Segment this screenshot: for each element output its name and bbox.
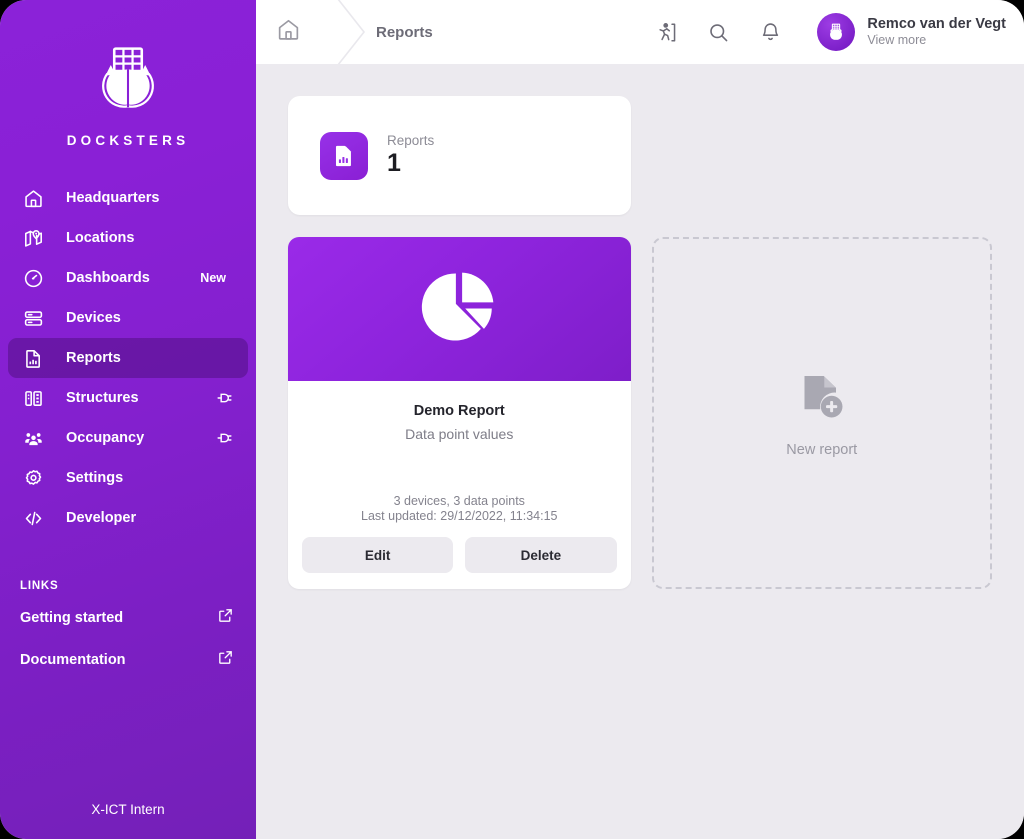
sidebar-item-developer[interactable]: Developer: [8, 498, 248, 538]
home-icon: [276, 17, 301, 47]
app-root: DOCKSTERS Headquarters Locations Dashboa…: [0, 0, 1024, 839]
emergency-exit-icon[interactable]: [651, 17, 681, 47]
plug-icon: [214, 388, 234, 408]
gear-icon: [22, 467, 44, 489]
delete-button[interactable]: Delete: [465, 537, 617, 573]
sidebar-item-label: Devices: [66, 310, 121, 326]
reports-grid: Demo Report Data point values 3 devices,…: [288, 237, 992, 589]
sidebar-item-locations[interactable]: Locations: [8, 218, 248, 258]
people-icon: [22, 427, 44, 449]
brand-name: DOCKSTERS: [66, 133, 190, 148]
sidebar-item-settings[interactable]: Settings: [8, 458, 248, 498]
avatar: [817, 13, 856, 51]
search-icon[interactable]: [703, 17, 733, 47]
sidebar-item-label: Structures: [66, 390, 139, 406]
code-brackets-icon: [22, 507, 44, 529]
document-add-icon: [794, 369, 850, 430]
gauge-icon: [22, 267, 44, 289]
breadcrumb-home-button[interactable]: [256, 0, 320, 64]
breadcrumb-separator-icon: [320, 0, 376, 71]
stat-label: Reports: [387, 133, 435, 149]
sidebar-item-occupancy[interactable]: Occupancy: [8, 418, 248, 458]
report-title: Demo Report: [413, 403, 505, 419]
user-name: Remco van der Vegt: [867, 16, 1006, 33]
report-meta-counts: 3 devices, 3 data points: [393, 493, 525, 508]
breadcrumb-current-page: Reports: [376, 23, 433, 41]
report-meta-updated: Last updated: 29/12/2022, 11:34:15: [361, 509, 558, 524]
report-card[interactable]: Demo Report Data point values 3 devices,…: [288, 237, 631, 589]
sidebar-footer-text: X-ICT Intern: [91, 802, 165, 817]
report-subtitle: Data point values: [405, 426, 514, 442]
sidebar-item-devices[interactable]: Devices: [8, 298, 248, 338]
external-link-icon: [217, 649, 234, 671]
brand-logo[interactable]: DOCKSTERS: [0, 0, 256, 148]
map-pin-icon: [22, 227, 44, 249]
sidebar-item-dashboards[interactable]: Dashboards New: [8, 258, 248, 298]
sidebar-item-label: Occupancy: [66, 430, 145, 446]
sidebar-item-headquarters[interactable]: Headquarters: [8, 178, 248, 218]
user-menu[interactable]: Remco van der Vegt View more: [817, 13, 1006, 51]
report-actions: Edit Delete: [288, 525, 631, 589]
sidebar-item-label: Dashboards: [66, 270, 150, 286]
sidebar-item-reports[interactable]: Reports: [8, 338, 248, 378]
sidebar-item-label: Headquarters: [66, 190, 160, 206]
plug-icon: [214, 428, 234, 448]
sidebar-nav: Headquarters Locations Dashboards New De…: [0, 178, 256, 538]
sidebar-item-label: Locations: [66, 230, 135, 246]
report-document-icon: [320, 131, 368, 180]
server-stack-icon: [22, 307, 44, 329]
building-icon: [22, 387, 44, 409]
sidebar-item-label: Reports: [66, 350, 121, 366]
user-view-more[interactable]: View more: [867, 33, 1006, 49]
new-report-label: New report: [786, 441, 858, 458]
link-label: Documentation: [20, 652, 126, 668]
links-heading: LINKS: [20, 580, 59, 592]
sidebar: DOCKSTERS Headquarters Locations Dashboa…: [0, 0, 256, 839]
external-link-icon: [217, 607, 234, 629]
link-label: Getting started: [20, 610, 124, 626]
bell-icon[interactable]: [755, 17, 785, 47]
sidebar-item-structures[interactable]: Structures: [8, 378, 248, 418]
page-content: Reports 1 Demo Report Data point values …: [256, 64, 1024, 839]
main-area: Reports Remco van der Vegt View more Rep…: [256, 0, 1024, 839]
stat-value: 1: [387, 149, 401, 178]
edit-button[interactable]: Edit: [302, 537, 454, 573]
home-icon: [22, 187, 44, 209]
new-report-card[interactable]: New report: [651, 237, 992, 589]
report-document-icon: [22, 347, 44, 369]
docksters-anchor-logo: [85, 34, 171, 120]
link-documentation[interactable]: Documentation: [0, 644, 256, 676]
top-header: Reports Remco van der Vegt View more: [256, 0, 1024, 71]
pie-chart-icon: [420, 268, 498, 351]
report-meta: 3 devices, 3 data points Last updated: 2…: [302, 494, 617, 526]
link-getting-started[interactable]: Getting started: [0, 602, 256, 634]
report-hero: [288, 237, 631, 381]
header-actions: Remco van der Vegt View more: [651, 13, 1024, 51]
sidebar-item-label: Settings: [66, 470, 124, 486]
stat-card-reports: Reports 1: [288, 96, 631, 215]
sidebar-badge-new: New: [200, 271, 226, 285]
sidebar-item-label: Developer: [66, 510, 137, 526]
